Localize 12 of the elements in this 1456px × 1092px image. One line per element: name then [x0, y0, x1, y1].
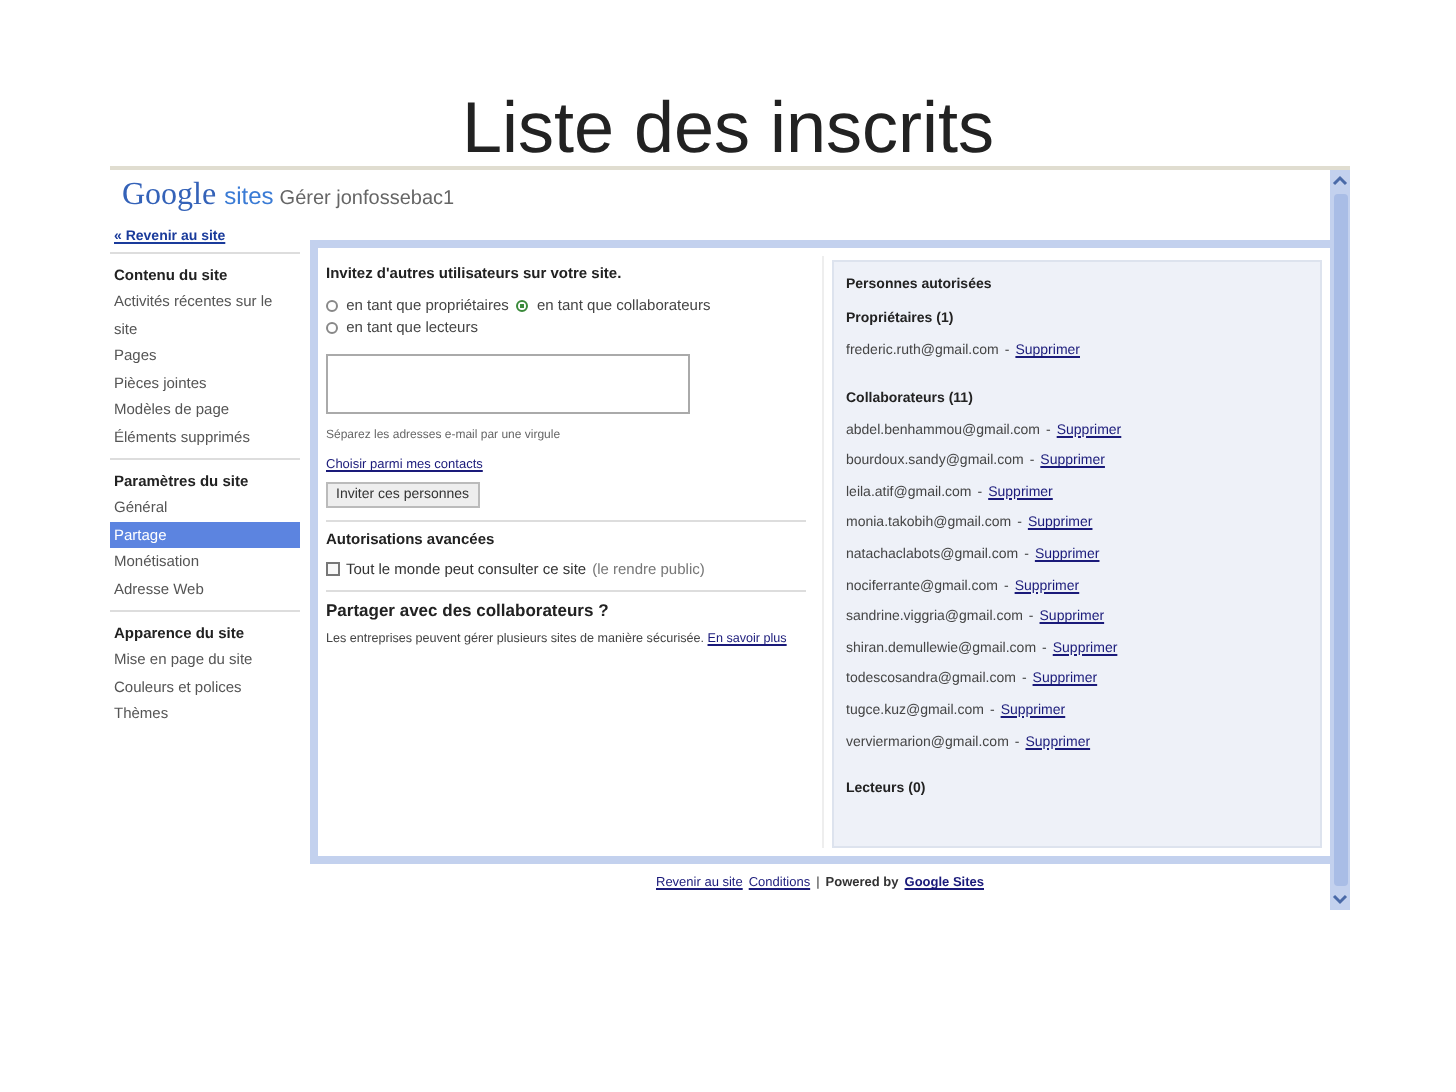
logo: Google sites: [122, 178, 274, 214]
checkbox[interactable]: [326, 562, 340, 576]
page-title: Gérer jonfossebac1: [279, 188, 455, 210]
radio-button[interactable]: [516, 300, 529, 312]
scroll-up-icon[interactable]: [1332, 174, 1348, 186]
radio-button[interactable]: [326, 322, 338, 334]
scroll-down-icon[interactable]: [1332, 894, 1348, 906]
section-heading: Partager avec des collaborateurs ?: [326, 600, 611, 620]
email-field[interactable]: [326, 354, 690, 414]
slide-title: Liste des inscrits: [459, 84, 997, 166]
radio-button[interactable]: [326, 300, 338, 312]
scrollbar[interactable]: [1330, 170, 1350, 910]
